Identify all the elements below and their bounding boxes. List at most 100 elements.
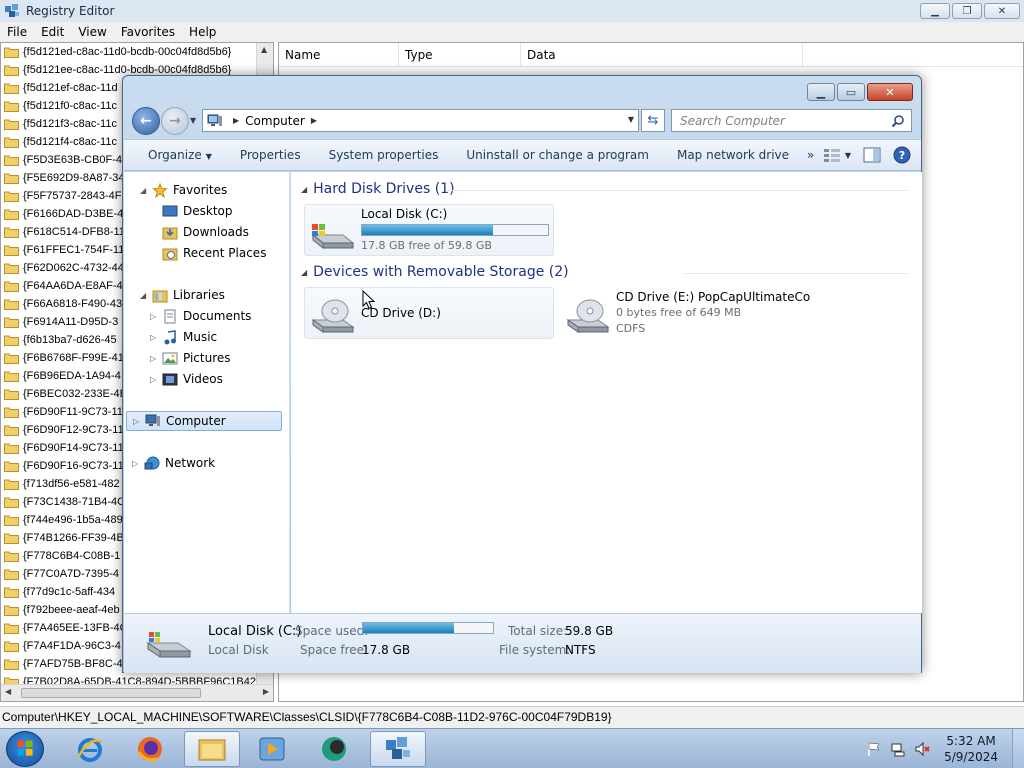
scroll-left-icon[interactable]: ◀ [5, 687, 11, 696]
breadcrumb-chevron-icon[interactable]: ▶ [311, 116, 317, 125]
group-divider [684, 273, 908, 274]
recent-places-icon [162, 248, 178, 260]
column-data[interactable]: Data [521, 43, 803, 66]
scroll-up-icon[interactable]: ▲ [261, 45, 267, 54]
nav-recent-places[interactable]: Recent Places [162, 243, 266, 263]
menu-view[interactable]: View [71, 25, 113, 39]
nav-desktop[interactable]: Desktop [162, 201, 233, 221]
nav-videos[interactable]: ▷ Videos [150, 369, 223, 389]
change-view-icon[interactable] [823, 148, 841, 162]
toolbar-overflow-button[interactable]: » [803, 148, 818, 162]
nav-documents[interactable]: ▷ Documents [150, 306, 251, 326]
menu-help[interactable]: Help [182, 25, 223, 39]
horizontal-scroll-thumb[interactable] [21, 688, 201, 698]
column-name[interactable]: Name [279, 43, 399, 66]
nav-computer[interactable]: ▷ Computer [126, 411, 282, 431]
organize-button[interactable]: Organize ▼ [124, 148, 226, 162]
clock-date: 5/9/2024 [944, 750, 998, 764]
search-input[interactable]: Search Computer [671, 109, 912, 132]
registry-key-label: {F6B96EDA-1A94-4 [23, 370, 121, 382]
tree-horizontal-scrollbar[interactable]: ◀ ▶ [1, 684, 273, 701]
firefox-icon [137, 737, 162, 762]
folder-icon [4, 623, 19, 634]
address-bar[interactable]: ▶ Computer ▶ ▼ [202, 109, 639, 132]
drive-e-name: CD Drive (E:) PopCapUltimateCo [616, 290, 811, 304]
show-desktop-button[interactable] [1012, 729, 1024, 768]
nav-music-label: Music [183, 330, 218, 344]
expand-arrow-icon[interactable]: ▷ [150, 354, 160, 363]
help-icon[interactable]: ? [893, 146, 911, 164]
nav-favorites[interactable]: ◢ Favorites [140, 180, 227, 200]
group-removable-storage[interactable]: ◢ Devices with Removable Storage (2) [301, 262, 569, 282]
nav-documents-label: Documents [183, 309, 252, 323]
breadcrumb-chevron-icon[interactable]: ▶ [233, 116, 239, 125]
recent-pages-dropdown[interactable]: ▼ [190, 116, 196, 125]
folder-icon [4, 443, 19, 454]
menu-file[interactable]: File [0, 25, 34, 39]
organize-label: Organize [148, 148, 202, 162]
menu-favorites[interactable]: Favorites [114, 25, 182, 39]
column-type[interactable]: Type [399, 43, 521, 66]
action-center-flag-icon[interactable] [866, 741, 882, 757]
refresh-button[interactable]: ⇆ [641, 109, 665, 132]
nav-favorites-label: Favorites [173, 183, 228, 197]
forward-button[interactable]: → [161, 107, 189, 135]
svg-text:?: ? [899, 149, 905, 162]
scroll-right-icon[interactable]: ▶ [263, 687, 269, 696]
system-properties-button[interactable]: System properties [315, 148, 453, 162]
registry-key-item[interactable]: {f5d121ed-c8ac-11d0-bcdb-00c04fd8d5b6} [1, 43, 273, 61]
collapse-arrow-icon[interactable]: ◢ [140, 186, 150, 195]
expand-arrow-icon[interactable]: ▷ [133, 417, 143, 426]
volume-muted-icon[interactable] [914, 741, 930, 757]
taskbar-app-teal[interactable] [306, 731, 362, 767]
registry-editor-icon [386, 737, 410, 759]
registry-key-label: {f744e496-1b5a-489 [23, 514, 123, 526]
nav-music[interactable]: ▷ Music [150, 327, 217, 347]
uninstall-program-button[interactable]: Uninstall or change a program [452, 148, 663, 162]
preview-pane-icon[interactable] [863, 147, 881, 163]
nav-pictures[interactable]: ▷ Pictures [150, 348, 231, 368]
taskbar-internet-explorer[interactable] [62, 731, 118, 767]
expand-arrow-icon[interactable]: ▷ [132, 459, 142, 468]
explorer-maximize-button[interactable]: ▭ [837, 83, 865, 101]
system-clock[interactable]: 5:32 AM 5/9/2024 [944, 733, 998, 765]
breadcrumb-computer[interactable]: Computer [245, 114, 305, 128]
map-network-drive-button[interactable]: Map network drive [663, 148, 803, 162]
taskbar-media-player[interactable] [244, 731, 300, 767]
collapse-arrow-icon[interactable]: ◢ [301, 185, 307, 194]
view-options-dropdown-icon[interactable]: ▼ [845, 151, 851, 160]
regedit-close-button[interactable]: ✕ [984, 3, 1020, 19]
registry-editor-titlebar[interactable]: Registry Editor ▁ ❐ ✕ [0, 0, 1024, 22]
taskbar-firefox[interactable] [122, 731, 178, 767]
regedit-restore-button[interactable]: ❐ [952, 3, 982, 19]
start-button[interactable] [6, 731, 44, 767]
group-hard-disk-drives[interactable]: ◢ Hard Disk Drives (1) [301, 179, 455, 199]
expand-arrow-icon[interactable]: ▷ [150, 333, 160, 342]
regedit-minimize-button[interactable]: ▁ [920, 3, 950, 19]
collapse-arrow-icon[interactable]: ◢ [140, 291, 150, 300]
explorer-close-button[interactable]: ✕ [867, 83, 913, 101]
folder-icon [4, 407, 19, 418]
expand-arrow-icon[interactable]: ▷ [150, 375, 160, 384]
registry-key-label: {F7A4F1DA-96C3-4 [23, 640, 121, 652]
taskbar-windows-explorer[interactable] [184, 731, 240, 767]
nav-downloads[interactable]: Downloads [162, 222, 249, 242]
properties-button[interactable]: Properties [226, 148, 315, 162]
explorer-minimize-button[interactable]: ▁ [807, 83, 835, 101]
taskbar-registry-editor[interactable] [370, 731, 426, 767]
back-button[interactable]: ← [132, 107, 160, 135]
address-dropdown-icon[interactable]: ▼ [628, 115, 634, 124]
drive-local-disk-c[interactable]: Local Disk (C:) 17.8 GB free of 59.8 GB [304, 204, 554, 256]
menu-edit[interactable]: Edit [34, 25, 71, 39]
network-status-icon[interactable] [890, 741, 906, 757]
drive-cd-e[interactable]: CD Drive (E:) PopCapUltimateCo 0 bytes f… [559, 287, 811, 339]
registry-key-label: {F6D90F14-9C73-11 [23, 442, 124, 454]
search-icon[interactable] [891, 114, 905, 128]
nav-libraries[interactable]: ◢ Libraries [140, 285, 225, 305]
command-bar: Organize ▼ Properties System properties U… [124, 139, 921, 171]
drive-cd-d[interactable]: CD Drive (D:) [304, 287, 554, 339]
expand-arrow-icon[interactable]: ▷ [150, 312, 160, 321]
registry-key-label: {f5d121f4-c8ac-11c [23, 136, 117, 148]
nav-network[interactable]: ▷ Network [132, 453, 215, 473]
collapse-arrow-icon[interactable]: ◢ [301, 268, 307, 277]
